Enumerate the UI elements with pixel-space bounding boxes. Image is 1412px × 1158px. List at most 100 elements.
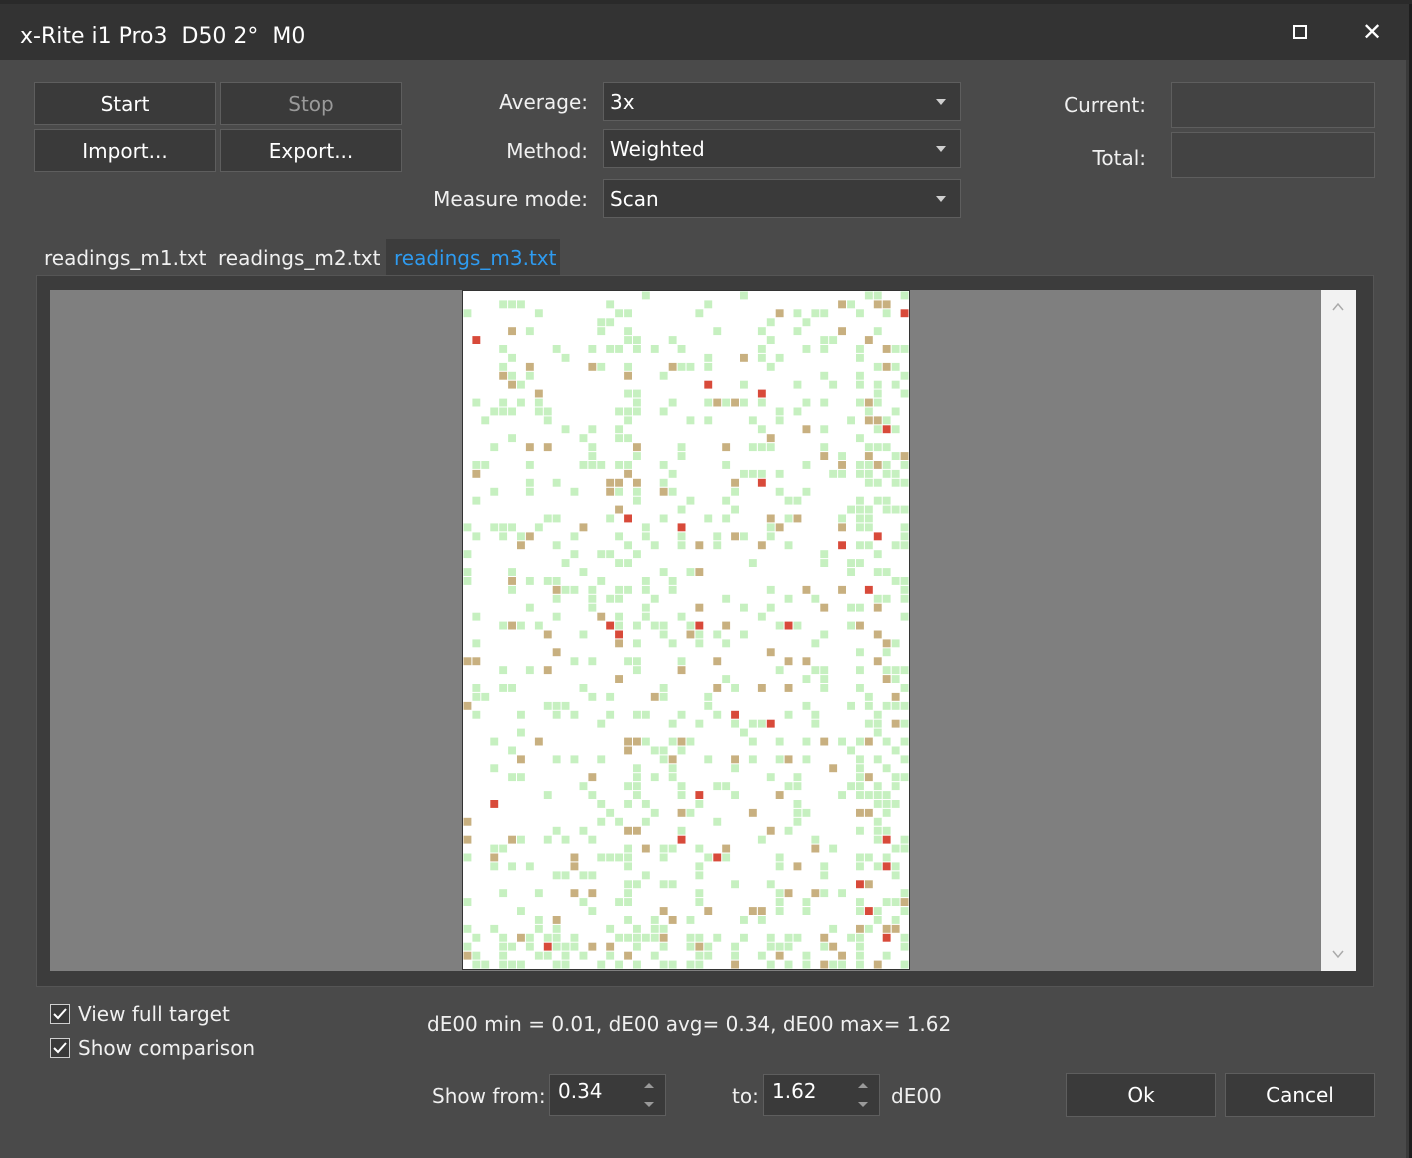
color-patch bbox=[633, 336, 641, 344]
average-select[interactable]: 3x bbox=[603, 82, 961, 121]
start-button[interactable]: Start bbox=[34, 82, 216, 125]
total-readout bbox=[1171, 132, 1375, 178]
to-spinbox[interactable]: 1.62 bbox=[763, 1074, 880, 1116]
color-patch bbox=[731, 942, 739, 951]
maximize-button[interactable] bbox=[1275, 12, 1325, 52]
color-patch bbox=[677, 505, 686, 514]
import-button[interactable]: Import... bbox=[34, 129, 216, 172]
color-patch bbox=[695, 960, 704, 969]
from-spinbox[interactable]: 0.34 bbox=[549, 1074, 666, 1116]
color-patch bbox=[508, 942, 516, 951]
color-patch bbox=[552, 585, 561, 594]
view-full-target-checkbox[interactable] bbox=[50, 1004, 70, 1024]
color-patch bbox=[802, 657, 811, 666]
color-patch bbox=[624, 541, 632, 550]
color-patch bbox=[864, 853, 873, 862]
method-select[interactable]: Weighted bbox=[603, 129, 961, 168]
color-patch bbox=[802, 461, 811, 469]
color-patch bbox=[722, 496, 731, 505]
measure-mode-select[interactable]: Scan bbox=[603, 179, 961, 218]
from-value: 0.34 bbox=[558, 1079, 603, 1103]
view-full-target-option[interactable]: View full target bbox=[50, 1002, 230, 1026]
spin-down-icon[interactable] bbox=[644, 1102, 654, 1107]
color-patch bbox=[597, 755, 606, 764]
color-patch bbox=[873, 398, 882, 407]
color-patch bbox=[552, 755, 561, 764]
vertical-scrollbar[interactable] bbox=[1321, 290, 1356, 971]
color-patch bbox=[633, 398, 641, 407]
color-patch bbox=[802, 808, 811, 817]
color-patch bbox=[704, 362, 713, 371]
color-patch bbox=[766, 933, 775, 942]
color-patch bbox=[820, 603, 829, 612]
color-patch bbox=[856, 621, 864, 630]
color-patch bbox=[633, 639, 641, 648]
color-patch bbox=[534, 309, 543, 318]
color-patch bbox=[508, 568, 516, 576]
color-patch bbox=[722, 675, 731, 683]
color-patch bbox=[508, 434, 516, 443]
color-patch bbox=[615, 407, 623, 416]
color-patch bbox=[838, 300, 846, 309]
color-patch bbox=[856, 398, 864, 407]
color-patch bbox=[695, 862, 704, 871]
export-button[interactable]: Export... bbox=[220, 129, 402, 172]
color-patch bbox=[891, 541, 900, 550]
chevron-down-icon bbox=[936, 145, 946, 152]
color-patch bbox=[552, 577, 561, 585]
ok-button[interactable]: Ok bbox=[1066, 1073, 1216, 1117]
target-viewport[interactable] bbox=[50, 290, 1321, 971]
color-patch bbox=[731, 755, 739, 764]
color-patch bbox=[900, 960, 909, 969]
tab-readings-m3[interactable]: readings_m3.txt bbox=[386, 239, 560, 277]
color-patch bbox=[570, 755, 579, 764]
color-patch bbox=[534, 916, 543, 924]
cancel-button[interactable]: Cancel bbox=[1225, 1073, 1375, 1117]
color-patch bbox=[597, 318, 606, 327]
color-patch bbox=[472, 398, 481, 407]
color-patch bbox=[633, 407, 641, 416]
color-patch bbox=[641, 933, 650, 942]
color-patch bbox=[748, 719, 757, 728]
show-comparison-checkbox[interactable] bbox=[50, 1038, 70, 1058]
color-patch bbox=[856, 826, 864, 835]
color-patch bbox=[891, 452, 900, 460]
spin-up-icon[interactable] bbox=[858, 1083, 868, 1088]
color-patch bbox=[713, 684, 722, 692]
chevron-up-icon[interactable] bbox=[1331, 300, 1345, 314]
spin-up-icon[interactable] bbox=[644, 1083, 654, 1088]
color-patch bbox=[463, 942, 472, 951]
color-patch bbox=[561, 951, 570, 960]
color-patch bbox=[900, 461, 909, 469]
color-patch bbox=[802, 737, 811, 746]
tab-readings-m1[interactable]: readings_m1.txt bbox=[36, 239, 214, 277]
color-patch bbox=[552, 916, 561, 924]
close-button[interactable]: ✕ bbox=[1347, 12, 1397, 52]
show-comparison-option[interactable]: Show comparison bbox=[50, 1036, 255, 1060]
color-patch bbox=[820, 666, 829, 675]
color-patch bbox=[838, 327, 846, 336]
color-patch bbox=[641, 532, 650, 541]
color-patch bbox=[891, 898, 900, 906]
color-patch bbox=[820, 630, 829, 639]
color-patch bbox=[463, 568, 472, 576]
color-patch bbox=[472, 951, 481, 960]
color-patch bbox=[704, 300, 713, 309]
color-patch bbox=[713, 541, 722, 550]
color-patch bbox=[606, 942, 615, 951]
color-patch bbox=[633, 791, 641, 799]
spin-down-icon[interactable] bbox=[858, 1102, 868, 1107]
color-patch bbox=[633, 773, 641, 782]
color-patch bbox=[740, 728, 748, 737]
chevron-down-icon[interactable] bbox=[1331, 947, 1345, 961]
color-patch bbox=[757, 425, 766, 434]
color-patch bbox=[517, 532, 525, 541]
stop-button[interactable]: Stop bbox=[220, 82, 402, 125]
color-patch bbox=[588, 773, 597, 782]
color-patch bbox=[900, 755, 909, 764]
color-patch bbox=[900, 933, 909, 942]
color-patch bbox=[873, 710, 882, 719]
tab-readings-m2[interactable]: readings_m2.txt bbox=[210, 239, 388, 277]
color-patch bbox=[633, 478, 641, 487]
color-patch bbox=[722, 621, 731, 630]
